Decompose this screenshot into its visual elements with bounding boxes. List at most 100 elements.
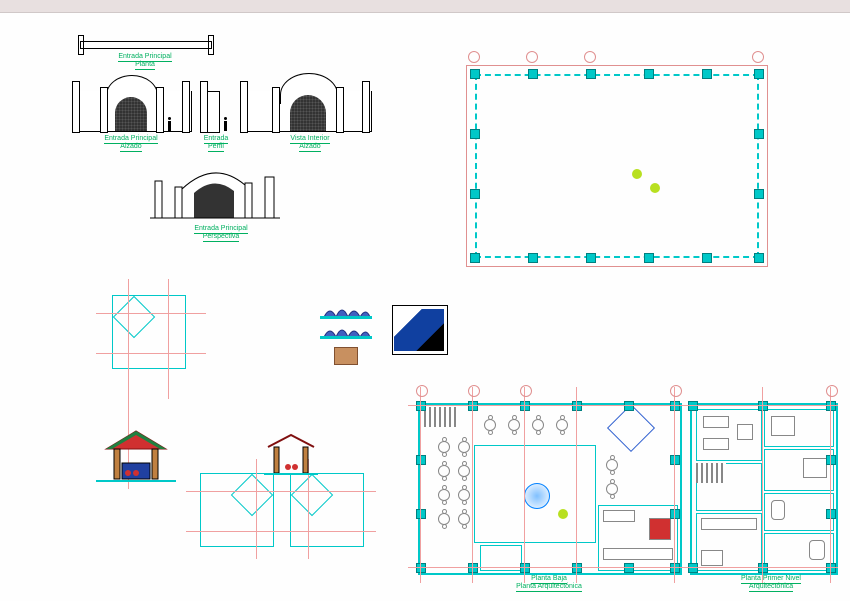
table-icon [484, 419, 496, 431]
table-icon [508, 419, 520, 431]
bed2 [764, 449, 834, 491]
ent-alzado-pillar-l [72, 81, 80, 133]
label-ent-alzado: Entrada PrincipalAlzado [92, 135, 170, 150]
axis-marker [520, 385, 532, 397]
kitchen2 [696, 513, 762, 571]
roof-col [754, 189, 764, 199]
roof-col [644, 253, 654, 263]
col [670, 455, 680, 465]
entrance-plan-bar [80, 41, 212, 49]
ent-alzado-pillar-r [182, 81, 190, 133]
gridline [96, 313, 206, 314]
roof-col [754, 129, 764, 139]
entrance-plan-post-l [78, 35, 84, 55]
table-icon [458, 489, 470, 501]
roof-col [754, 69, 764, 79]
table-icon [458, 513, 470, 525]
roof-col [586, 69, 596, 79]
axis-marker [826, 385, 838, 397]
stairs-icon [696, 463, 726, 483]
stairs-icon [424, 407, 458, 427]
gridline [420, 387, 421, 583]
person-1 [168, 121, 171, 131]
bed1 [764, 409, 834, 447]
app-topbar [0, 0, 850, 13]
col [468, 563, 478, 573]
ent-alzado-pillar-2 [100, 87, 108, 133]
table-icon [438, 513, 450, 525]
col [688, 563, 698, 573]
fountain-elev-2 [320, 323, 372, 339]
kiosk-elevation [96, 429, 176, 490]
label-primer-nivel: Planta Primer NivelArquitectónica [716, 575, 826, 590]
label-vista-int: Vista InteriorAlzado [280, 135, 340, 150]
roof-outline [475, 74, 759, 258]
gridline [408, 405, 838, 406]
ent-perfil-post [200, 81, 208, 133]
vista-int-pillar-3 [336, 87, 344, 133]
planta-baja [418, 403, 682, 575]
table-icon [458, 441, 470, 453]
gridline [674, 387, 675, 583]
roof-col [470, 69, 480, 79]
col [520, 563, 530, 573]
kitchen [598, 505, 678, 571]
bath1 [764, 493, 834, 531]
col [826, 509, 836, 519]
ent-alzado-pillar-3 [156, 87, 164, 133]
table-icon [606, 459, 618, 471]
axis-marker [526, 51, 538, 63]
col [416, 509, 426, 519]
col [468, 401, 478, 411]
corner-detail-2 [200, 473, 274, 547]
roof-col [644, 69, 654, 79]
roof-col [754, 253, 764, 263]
col [670, 563, 680, 573]
col [416, 563, 426, 573]
bar-room [607, 404, 655, 452]
col [688, 401, 698, 411]
gridline [524, 387, 525, 583]
axis-marker [468, 385, 480, 397]
label-planta-baja: Planta BajaPlanta Arquitectónica [494, 575, 604, 590]
col [416, 401, 426, 411]
roof-col [470, 189, 480, 199]
table-icon [438, 441, 450, 453]
gridline [186, 491, 376, 492]
roof-col [702, 69, 712, 79]
roof-col [528, 253, 538, 263]
table-icon [438, 465, 450, 477]
tree-icon [632, 169, 642, 179]
col [416, 455, 426, 465]
table-icon [458, 465, 470, 477]
corner-detail-3 [290, 473, 364, 547]
primer-nivel [690, 403, 838, 575]
kiosk-section [264, 433, 318, 482]
living [696, 409, 762, 461]
ent-alzado-door [115, 97, 147, 131]
col [520, 401, 530, 411]
axis-marker [584, 51, 596, 63]
cad-canvas[interactable]: Entrada PrincipalPlanta Entrada Principa… [0, 13, 850, 601]
table-icon [438, 489, 450, 501]
gridline [408, 567, 838, 568]
vista-int-pillar-2 [272, 87, 280, 133]
col [758, 563, 768, 573]
gridline [256, 459, 257, 559]
entrance-plan-post-r [208, 35, 214, 55]
table-icon [606, 483, 618, 495]
tree-icon [558, 509, 568, 519]
roof-col [702, 253, 712, 263]
label-ent-persp: Entrada PrincipalPerspectiva [182, 225, 260, 240]
col [572, 401, 582, 411]
fountain-elev-1 [320, 303, 372, 319]
col [826, 401, 836, 411]
axis-marker [416, 385, 428, 397]
gridline [762, 387, 763, 583]
vista-int-door [290, 95, 326, 131]
corner-detail-1 [112, 295, 186, 369]
gridline [96, 353, 206, 354]
table-icon [556, 419, 568, 431]
vista-int-pillar-r [362, 81, 370, 133]
col [624, 563, 634, 573]
